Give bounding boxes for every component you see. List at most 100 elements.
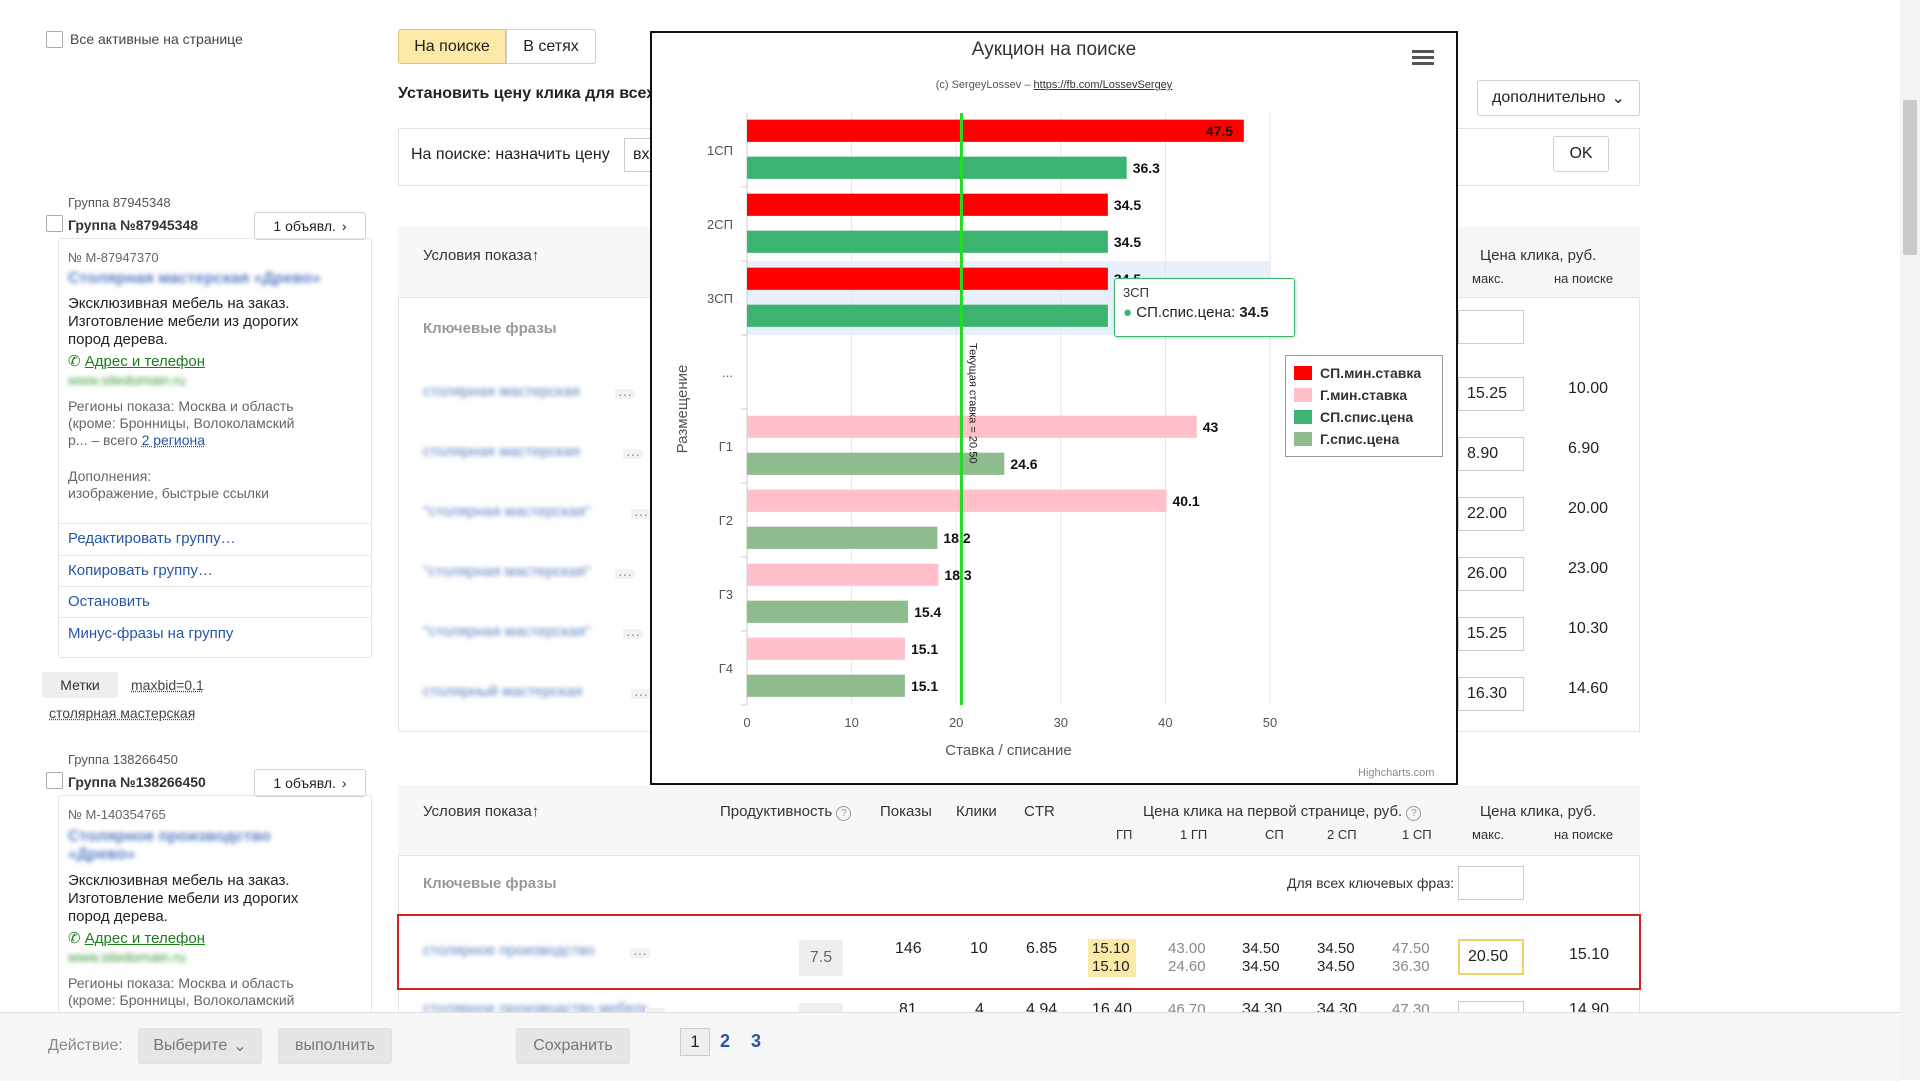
action-select[interactable]: Выберите ⌄ — [138, 1028, 262, 1064]
subheader-sp: СП — [1265, 827, 1284, 842]
table1-more-icon[interactable]: ··· — [615, 567, 635, 581]
page-1[interactable]: 1 — [680, 1028, 710, 1056]
save-button[interactable]: Сохранить — [516, 1028, 630, 1064]
minus-phrases-link[interactable]: Минус-фразы на группу — [68, 625, 233, 642]
y-category-label: ... — [722, 365, 733, 380]
regions-link[interactable]: 2 региона — [142, 432, 205, 448]
table1-more-icon[interactable]: ··· — [623, 627, 643, 641]
tags-button[interactable]: Метки — [42, 672, 118, 698]
ok-button[interactable]: OK — [1553, 136, 1609, 172]
x-tick-label: 40 — [1158, 715, 1172, 730]
bar-data-label: 15.1 — [911, 641, 938, 657]
table1-more-icon[interactable]: ··· — [631, 507, 651, 521]
table1-phrase[interactable]: "столярная мастерская" — [423, 503, 590, 520]
stop-group-link[interactable]: Остановить — [68, 593, 150, 610]
subheader-1sp: 1 СП — [1402, 827, 1432, 842]
table1-conditions-header[interactable]: Условия показа↑ — [423, 247, 539, 264]
bar-data-label: 15.1 — [911, 678, 938, 694]
edit-group-link[interactable]: Редактировать группу… — [68, 530, 236, 547]
all-active-label: Все активные на странице — [70, 31, 243, 47]
group2-address[interactable]: ✆ Адрес и телефон — [68, 929, 205, 947]
bar-data-label: 18.3 — [944, 567, 971, 583]
group1-ad-title[interactable]: Столярная мастерская «Древо» — [68, 270, 321, 288]
table1-phrase[interactable]: "столярная мастерская" — [423, 563, 590, 580]
chart-bar — [747, 119, 1244, 142]
chart-legend: СП.мин.ставка Г.мин.ставка СП.спис.цена Г.с… — [1285, 355, 1443, 457]
execute-button[interactable]: выполнить — [278, 1028, 392, 1064]
bar-data-label: 47.5 — [1206, 123, 1233, 139]
group1-checkbox[interactable] — [46, 215, 63, 232]
group2-checkbox[interactable] — [46, 772, 63, 789]
bid-value: 24.60 — [1168, 958, 1206, 975]
group1-address[interactable]: ✆ Адрес и телефон — [68, 352, 205, 370]
group1-extras: Дополнения: изображение, быстрые ссылки — [68, 468, 269, 502]
row1-max-input[interactable]: 20.50 — [1458, 939, 1524, 975]
highcharts-credit[interactable]: Highcharts.com — [1358, 767, 1434, 779]
copy-group-link[interactable]: Копировать группу… — [68, 562, 213, 579]
tag-link[interactable]: столярная мастерская — [49, 705, 195, 721]
address-link[interactable]: Адрес и телефон — [85, 930, 205, 947]
table1-more-icon[interactable]: ··· — [631, 687, 651, 701]
credit-link[interactable]: https://fb.com/LossevSergey — [1034, 79, 1173, 91]
table2-ctr-header[interactable]: CTR — [1024, 803, 1055, 820]
table1-more-icon[interactable]: ··· — [623, 447, 643, 461]
table1-phrase[interactable]: столярная мастерская — [423, 443, 580, 460]
group1-ads-button[interactable]: 1 объявл. › — [254, 212, 366, 240]
table1-phrase[interactable]: столярная мастерская — [423, 383, 580, 400]
y-category-label: 3СП — [707, 291, 733, 306]
page-3[interactable]: 3 — [751, 1031, 761, 1052]
group2-ad-title[interactable]: Столярное производство «Древо» — [68, 828, 308, 864]
chart-bar — [747, 156, 1127, 179]
legend-item[interactable]: Г.мин.ставка — [1294, 384, 1434, 406]
x-axis-title: Ставка / списание — [945, 742, 1071, 759]
help-icon[interactable]: ? — [1406, 806, 1422, 821]
legend-item[interactable]: СП.мин.ставка — [1294, 362, 1434, 384]
chart-bar — [747, 563, 939, 586]
page-2[interactable]: 2 — [720, 1031, 730, 1052]
assign-price-label: назначить цену — [495, 146, 610, 163]
table1-phrase[interactable]: "столярная мастерская" — [423, 623, 590, 640]
chart-credit: (c) SergeyLossev – https://fb.com/Lossev… — [652, 79, 1456, 91]
chart-bar — [747, 637, 905, 660]
table1-search-price: 23.00 — [1568, 560, 1609, 577]
bar-data-label: 40.1 — [1172, 493, 1199, 509]
legend-label: Г.мин.ставка — [1320, 387, 1408, 403]
table1-max-input[interactable]: 16.30 — [1458, 677, 1524, 711]
table1-all-phrases-input[interactable] — [1458, 310, 1524, 344]
all-phrases-input[interactable] — [1458, 866, 1524, 900]
current-bid-label: Текущая ставка = 20.50 — [966, 343, 978, 463]
tag-value[interactable]: maxbid=0.1 — [131, 677, 204, 693]
help-icon[interactable]: ? — [836, 806, 852, 821]
all-active-checkbox[interactable] — [46, 31, 63, 48]
group2-ads-button[interactable]: 1 объявл. › — [254, 769, 366, 797]
scrollbar-thumb[interactable] — [1903, 100, 1917, 255]
legend-item[interactable]: СП.спис.цена — [1294, 406, 1434, 428]
x-tick-label: 10 — [844, 715, 858, 730]
row1-sp: 34.50 34.50 — [1242, 940, 1280, 976]
table2-conditions-header[interactable]: Условия показа↑ — [423, 803, 539, 820]
additional-button[interactable]: дополнительно ⌄ — [1477, 80, 1640, 116]
group1-site[interactable]: www.sitedomain.ru — [68, 372, 186, 388]
table1-max-input[interactable]: 26.00 — [1458, 557, 1524, 591]
legend-item[interactable]: Г.спис.цена — [1294, 428, 1434, 450]
table1-max-input[interactable]: 8.90 — [1458, 437, 1524, 471]
table1-max-input[interactable]: 22.00 — [1458, 497, 1524, 531]
chevron-right-icon: › — [341, 775, 347, 791]
table2-clicks-header[interactable]: Клики — [956, 803, 997, 820]
tab-networks[interactable]: В сетях — [506, 29, 596, 64]
table1-phrase[interactable]: столярный мастерская — [423, 683, 582, 700]
chart-bar — [747, 452, 1005, 475]
table1-max-input[interactable]: 15.25 — [1458, 617, 1524, 651]
group2-site[interactable]: www.sitedomain.ru — [68, 949, 186, 965]
tab-search[interactable]: На поиске — [398, 29, 506, 64]
table1-max-input[interactable]: 15.25 — [1458, 377, 1524, 411]
address-link[interactable]: Адрес и телефон — [85, 353, 205, 370]
bar-data-label: 36.3 — [1133, 160, 1160, 176]
table1-search-price: 6.90 — [1568, 440, 1600, 457]
table1-more-icon[interactable]: ··· — [615, 387, 635, 401]
row1-more-icon[interactable]: ··· — [630, 946, 650, 960]
row1-phrase[interactable]: столярное производство — [423, 942, 595, 959]
y-category-label: 2СП — [707, 217, 733, 232]
group2-ads-label: 1 объявл. — [273, 775, 336, 791]
table2-shows-header[interactable]: Показы — [880, 803, 932, 820]
